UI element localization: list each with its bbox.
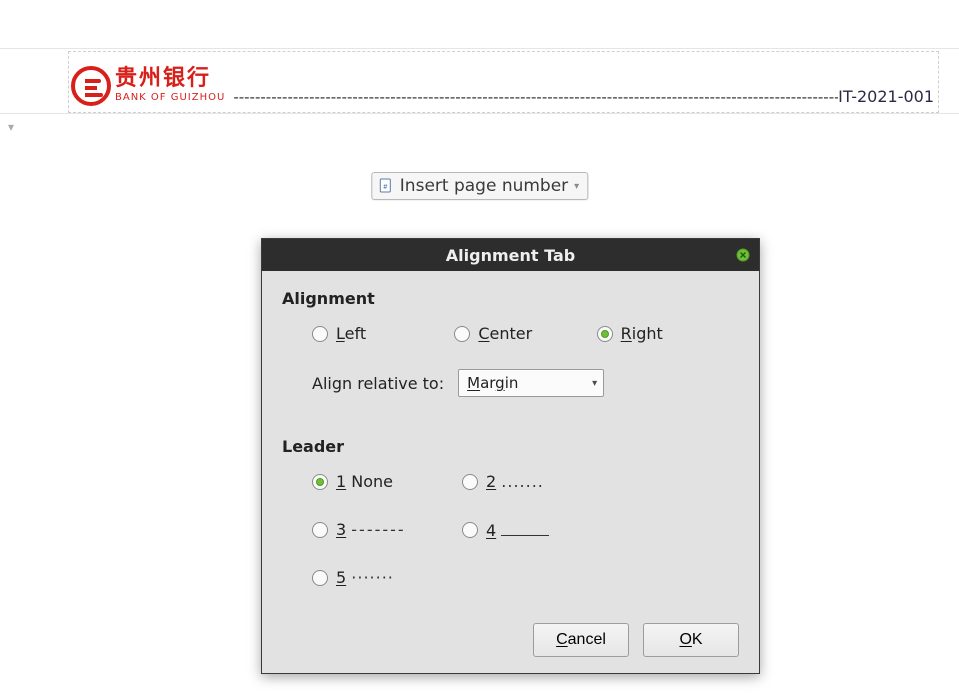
insert-page-number-label: Insert page number (400, 176, 568, 196)
leader-1-none-radio[interactable]: 1 None (312, 472, 462, 491)
dialog-titlebar: Alignment Tab (262, 239, 759, 271)
alignment-left-label: Left (336, 324, 366, 343)
dialog-buttons: Cancel OK (282, 623, 739, 657)
alignment-options-row: Left Center Right (312, 324, 739, 343)
leader-5-label: 5 ······· (336, 568, 394, 587)
leader-options: 1 None 2 ....... 3 ------- 4 5 ······· (312, 472, 739, 587)
radio-icon (312, 570, 328, 586)
dialog-body: Alignment Left Center Right Align relati… (262, 271, 759, 673)
leader-2-dots-radio[interactable]: 2 ....... (462, 472, 612, 491)
cancel-button[interactable]: Cancel (533, 623, 629, 657)
leader-2-label: 2 ....... (486, 472, 544, 491)
alignment-right-label: Right (621, 324, 663, 343)
dropdown-caret-icon[interactable]: ▾ (8, 120, 14, 134)
alignment-right-radio[interactable]: Right (597, 324, 739, 343)
header-tab-leader: ----------------------------------------… (233, 88, 838, 110)
leader-4-label: 4 (486, 519, 549, 540)
radio-icon (454, 326, 470, 342)
leader-4-underline-radio[interactable]: 4 (462, 519, 612, 540)
bank-logo-mark-icon (71, 66, 111, 106)
document-header-area: 贵州银行 BANK OF GUIZHOU -------------------… (0, 48, 959, 114)
radio-icon (312, 474, 328, 490)
leader-3-label: 3 ------- (336, 520, 406, 539)
alignment-center-label: Center (478, 324, 532, 343)
radio-icon (312, 522, 328, 538)
close-button[interactable] (735, 247, 751, 263)
align-relative-row: Align relative to: Margin ▾ (312, 369, 739, 397)
page-number-icon: # (378, 178, 394, 194)
alignment-left-radio[interactable]: Left (312, 324, 454, 343)
svg-text:#: # (383, 184, 387, 191)
chevron-down-icon: ▾ (574, 181, 579, 192)
align-relative-label: Align relative to: (312, 374, 444, 393)
radio-icon (312, 326, 328, 342)
alignment-tab-dialog: Alignment Tab Alignment Left Center Righ… (261, 238, 760, 674)
align-relative-value: Margin (467, 374, 518, 392)
leader-1-label: 1 None (336, 472, 393, 491)
bank-logo-cn: 贵州银行 (115, 68, 225, 90)
ok-label: OK (679, 631, 702, 649)
cancel-label: Cancel (556, 631, 606, 649)
radio-icon (462, 522, 478, 538)
radio-icon (597, 326, 613, 342)
alignment-center-radio[interactable]: Center (454, 324, 596, 343)
align-relative-select[interactable]: Margin ▾ (458, 369, 604, 397)
ok-button[interactable]: OK (643, 623, 739, 657)
dialog-title: Alignment Tab (446, 246, 575, 265)
leader-3-dashes-radio[interactable]: 3 ------- (312, 519, 462, 540)
leader-section-title: Leader (282, 437, 739, 456)
bank-logo: 贵州银行 BANK OF GUIZHOU (71, 66, 225, 110)
chevron-down-icon: ▾ (592, 378, 597, 389)
radio-icon (462, 474, 478, 490)
bank-logo-text: 贵州银行 BANK OF GUIZHOU (115, 68, 225, 104)
insert-page-number-button[interactable]: # Insert page number ▾ (371, 172, 588, 200)
leader-5-middots-radio[interactable]: 5 ······· (312, 568, 462, 587)
alignment-section-title: Alignment (282, 289, 739, 308)
header-doc-number: IT-2021-001 (838, 87, 936, 110)
header-frame: 贵州银行 BANK OF GUIZHOU -------------------… (68, 51, 939, 113)
bank-logo-en: BANK OF GUIZHOU (115, 92, 225, 104)
